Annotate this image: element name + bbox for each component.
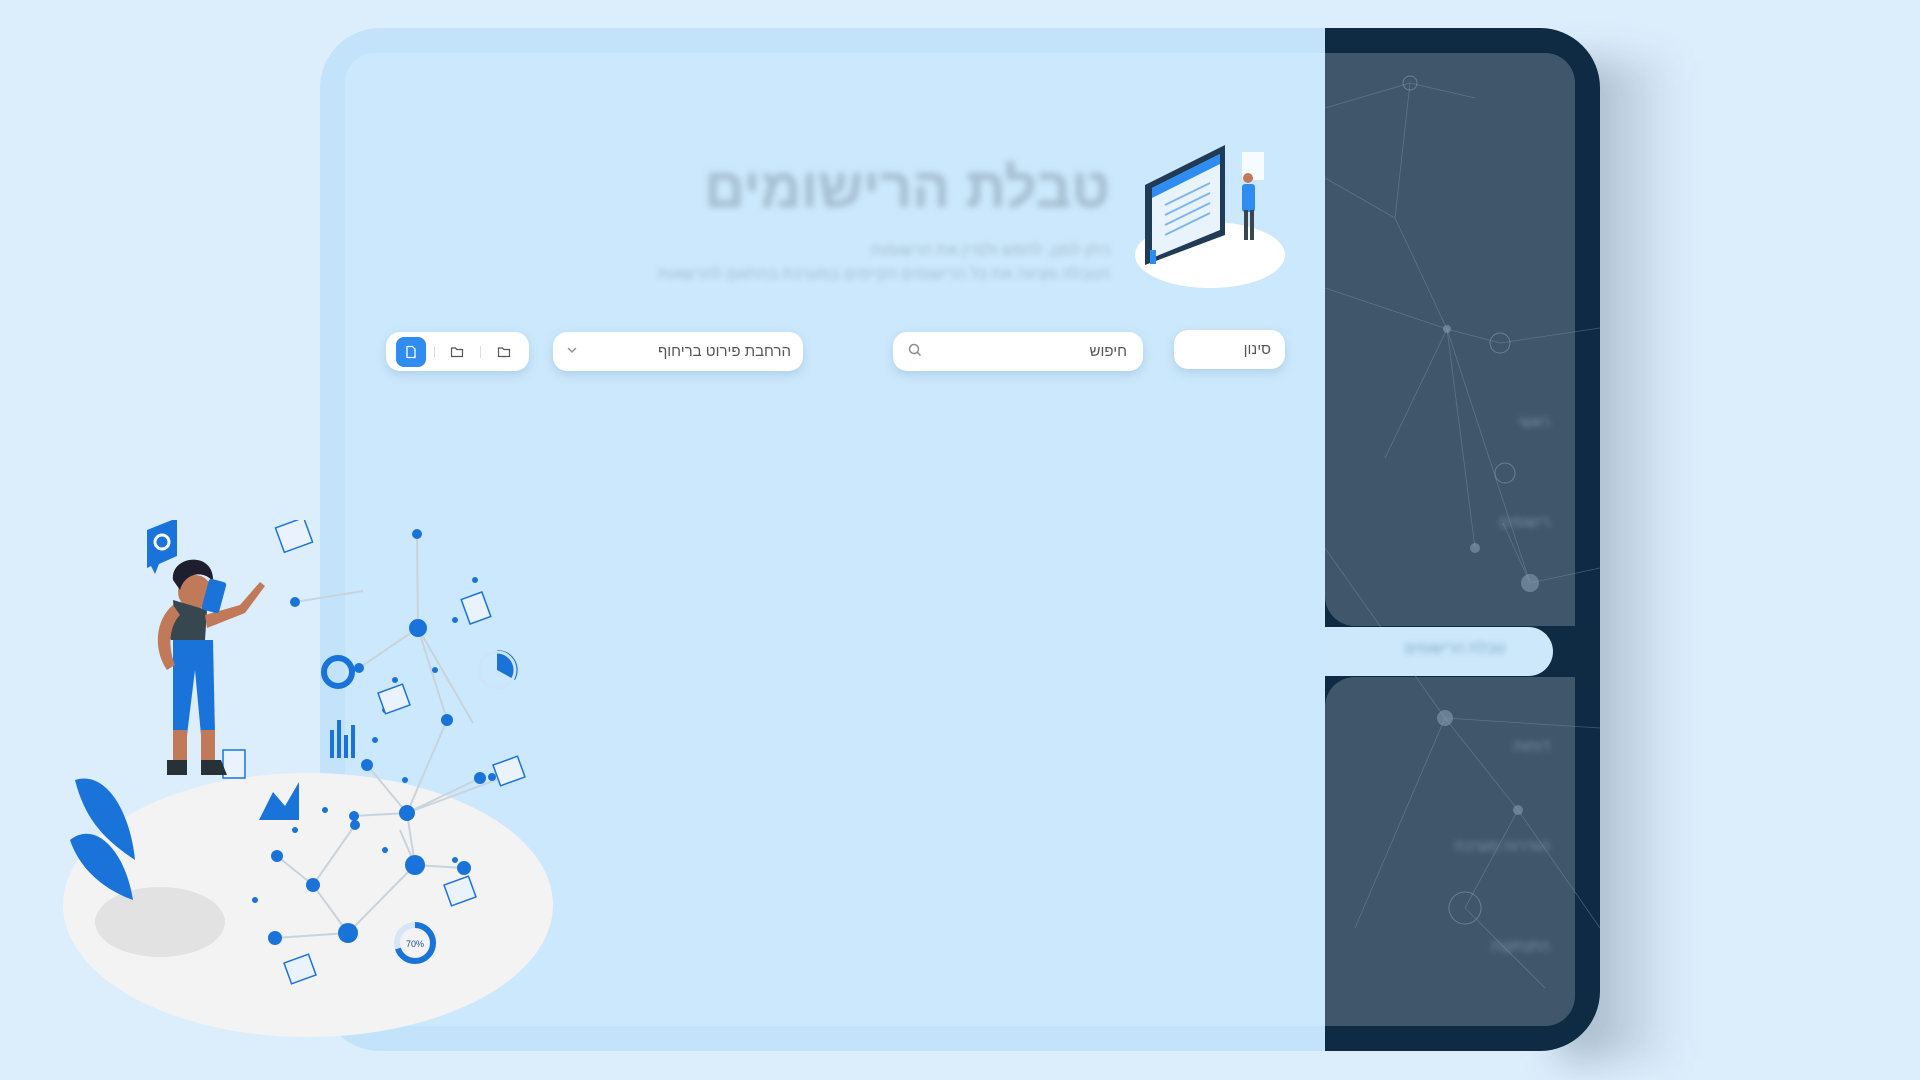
search-icon (907, 342, 923, 362)
search-input[interactable] (935, 342, 1129, 361)
header-illustration (1135, 145, 1285, 288)
data-network-illustration: 70% (63, 520, 553, 1037)
search-box[interactable] (893, 332, 1143, 371)
sidebar-item-reports[interactable]: דוחות (1360, 738, 1550, 766)
divider (480, 345, 482, 358)
folder-icon (497, 346, 511, 357)
expand-detail-select[interactable]: הרחבת פירוט בריחוף (553, 332, 803, 371)
page-subtitle: ניתן לסנן, לחפש ולמיין את הרשומות (871, 242, 1110, 259)
divider (433, 345, 435, 358)
view-folder-button[interactable] (442, 337, 472, 367)
sidebar-item-records-table: טבלת הרישומים (1404, 640, 1506, 657)
sidebar-item-logout[interactable]: התנתקות (1360, 938, 1550, 966)
document-icon (406, 345, 416, 358)
filter-button[interactable]: סינון (1174, 330, 1285, 369)
expand-detail-value: הרחבת פירוט בריחוף (657, 343, 791, 360)
view-folder-alt-button[interactable] (489, 337, 519, 367)
folder-icon (451, 346, 464, 357)
chevron-down-icon (565, 343, 579, 361)
sidebar-item-records[interactable]: רישומים (1360, 514, 1550, 542)
sidebar-item-settings[interactable]: הגדרות מערכת (1360, 838, 1550, 866)
sidebar-item-home[interactable]: ראשי (1360, 414, 1550, 442)
view-toggle (386, 332, 529, 371)
view-single-button[interactable] (395, 336, 426, 367)
page-description: הטבלה מציגה את כל הרישומים הקיימים במערכ… (657, 266, 1110, 283)
filter-label: סינון (1243, 341, 1271, 358)
page-title: טבלת הרישומים (704, 156, 1110, 219)
percent-label: 70% (406, 939, 424, 949)
